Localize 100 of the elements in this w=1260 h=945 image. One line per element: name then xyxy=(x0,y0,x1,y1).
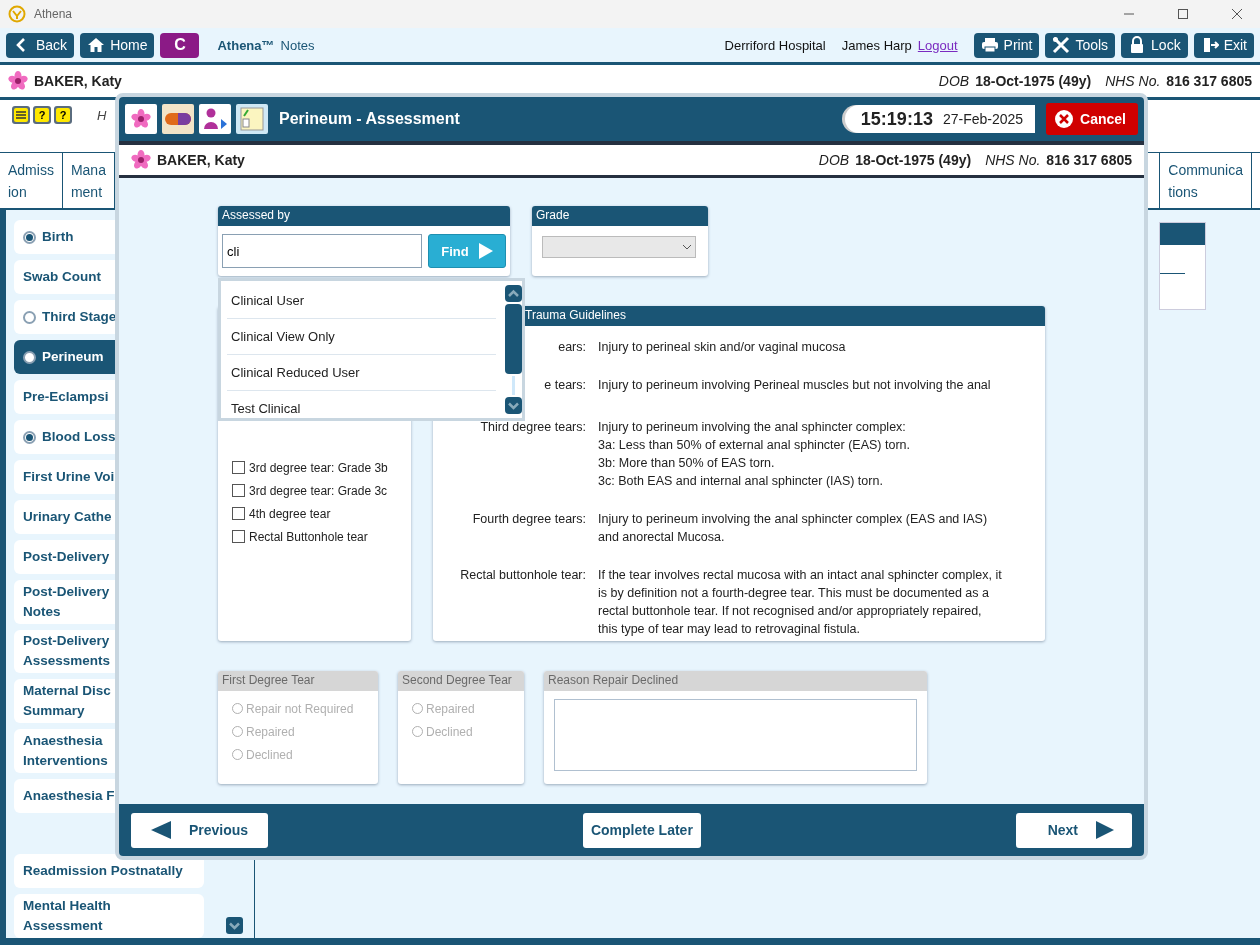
hand-alert-icon[interactable] xyxy=(12,106,30,124)
sidebar-item-label: Maternal Disc Summary xyxy=(23,682,111,721)
checkbox[interactable] xyxy=(232,461,245,474)
guideline-label: Rectal buttonhole tear: xyxy=(459,567,587,584)
sidebar-item[interactable]: Readmission Postnatally xyxy=(14,854,204,889)
sidebar-item[interactable]: Mental Health Assessment xyxy=(14,894,204,938)
tools-button[interactable]: Tools xyxy=(1045,32,1116,58)
checkbox[interactable] xyxy=(232,507,245,520)
flower-icon xyxy=(131,109,151,129)
exit-button[interactable]: Exit xyxy=(1193,32,1254,58)
tools-icon xyxy=(1052,36,1071,54)
window-title: Athena xyxy=(34,7,73,21)
nhs-value: 816 317 6805 xyxy=(1166,73,1252,89)
dob-value: 18-Oct-1975 (49y) xyxy=(855,152,972,168)
print-button[interactable]: Print xyxy=(973,32,1040,58)
flower-icon xyxy=(131,150,151,170)
user-name: James Harp xyxy=(841,37,912,53)
cancel-button[interactable]: Cancel xyxy=(1046,103,1138,135)
sidebar-item-label: Urinary Cathe xyxy=(23,508,112,526)
flower-button[interactable] xyxy=(125,104,157,134)
left-triangle-icon xyxy=(151,821,171,839)
dob-label: DOB xyxy=(938,73,970,89)
checkbox-label: 3rd degree tear: Grade 3b xyxy=(249,460,388,475)
guideline-text: Injury to perineum involving the anal sphincter complex: 3a: Less than 50% of external anal sphincter (EAS) torn. 3b: More than 50% of EAS torn. 3c: Both EAS and internal anal sphincter (IAS) torn. xyxy=(598,419,910,490)
panel-title: First Degree Tear xyxy=(218,671,378,691)
sidebar-item-label: Blood Loss xyxy=(42,428,116,446)
dob-label: DOB xyxy=(818,152,850,168)
sidebar-item-label: Perineum xyxy=(42,348,104,366)
previous-button[interactable]: Previous xyxy=(131,812,269,848)
pill-button[interactable] xyxy=(162,104,194,134)
lock-button[interactable]: Lock xyxy=(1121,32,1188,58)
checkbox[interactable] xyxy=(232,530,245,543)
print-icon xyxy=(980,36,999,54)
right-triangle-icon xyxy=(1096,821,1114,839)
guideline-text: Injury to perineal skin and/or vaginal mucosa xyxy=(598,339,846,356)
panel-title: Reason Repair Declined xyxy=(544,671,927,691)
checkbox-label: 4th degree tear xyxy=(249,506,331,521)
close-icon xyxy=(1054,109,1075,129)
guideline-text: Injury to perineum involving the anal sphincter complex (EAS and IAS) and anorectal Mucosa. xyxy=(598,511,988,546)
person-arrow-icon xyxy=(202,107,228,131)
scroll-down-button[interactable] xyxy=(504,397,522,414)
logout-link[interactable]: Logout xyxy=(917,37,958,53)
back-button[interactable]: Back xyxy=(6,32,75,58)
radio-label: Repaired xyxy=(426,701,475,716)
person-button[interactable] xyxy=(199,104,231,134)
context-button[interactable]: C xyxy=(160,32,200,58)
alert-icon[interactable]: ? xyxy=(35,108,49,122)
dob-value: 18-Oct-1975 (49y) xyxy=(975,73,1092,89)
dialog-title: Perineum - Assessment xyxy=(279,110,460,128)
flower-icon xyxy=(8,71,28,91)
nhs-value: 816 317 6805 xyxy=(1046,152,1132,168)
panel-title: Second Degree Tear xyxy=(398,671,524,691)
suggestion-item[interactable]: Clinical View Only xyxy=(227,319,496,355)
guideline-text: If the tear involves rectal mucosa with an intact anal sphincter complex, it is by definition not a fourth-degree tear. This must be documented as a rectal buttonhole tear. If not recognised and/or appropriately repaired, this type of tear may lead to retrovaginal fistula. xyxy=(598,567,1002,638)
next-button[interactable]: Next xyxy=(1015,812,1132,848)
nhs-label: NHS No. xyxy=(1105,73,1161,89)
suggestion-item[interactable]: Clinical Reduced User xyxy=(227,355,496,391)
play-icon xyxy=(478,243,493,259)
alert-icon[interactable]: ? xyxy=(56,108,70,122)
sidebar-item-label: First Urine Voi xyxy=(23,468,115,486)
guideline-text: Injury to perineum involving Perineal muscles but not involving the anal xyxy=(598,377,991,394)
guideline-label: Third degree tears: xyxy=(479,419,587,436)
scroll-thumb[interactable] xyxy=(504,304,522,374)
app-name: Notes xyxy=(280,37,315,53)
home-icon xyxy=(87,36,106,54)
reason-field[interactable] xyxy=(554,699,917,771)
guideline-label: Fourth degree tears: xyxy=(471,511,587,528)
date-text: 27-Feb-2025 xyxy=(942,111,1024,127)
close-icon[interactable] xyxy=(1232,9,1242,19)
brand-name: Athena™ xyxy=(217,37,275,53)
maximize-icon[interactable] xyxy=(1178,9,1188,19)
complete-later-button[interactable]: Complete Later xyxy=(582,812,701,848)
radio-label: Declined xyxy=(246,747,293,762)
time-text: 15:19:13 xyxy=(860,108,933,130)
checkbox-label: Rectal Buttonhole tear xyxy=(249,529,368,544)
sidebar-item-label: Third Stage xyxy=(42,308,117,326)
panel-title: Grade xyxy=(532,206,708,226)
checkbox[interactable] xyxy=(232,484,245,497)
patient-name: BAKER, Katy xyxy=(34,73,122,89)
sidebar-item-label: Post-Delivery Notes xyxy=(23,582,110,621)
patient-name: BAKER, Katy xyxy=(157,152,245,168)
nhs-label: NHS No. xyxy=(985,152,1041,168)
suggestion-item[interactable]: Clinical User xyxy=(227,283,496,319)
section-tab[interactable]: Communica tions xyxy=(1159,153,1252,208)
sidebar-item-label: Pre-Eclampsi xyxy=(23,388,109,406)
scroll-up-button[interactable] xyxy=(504,285,522,302)
hospital-name: Derriford Hospital xyxy=(724,37,826,53)
panel-title: Assessed by xyxy=(218,206,510,226)
radio-label: Repaired xyxy=(246,724,295,739)
caret-icon xyxy=(683,244,691,250)
radio-label: Repair not Required xyxy=(246,701,354,716)
pill-icon xyxy=(165,113,191,125)
sidebar-item-label: Post-Delivery Assessments xyxy=(23,632,111,671)
guideline-label: ears: xyxy=(557,339,587,356)
home-button[interactable]: Home xyxy=(80,32,155,58)
sidebar-item-label: Anaesthesia F xyxy=(23,786,115,805)
scroll-down-button[interactable] xyxy=(225,917,243,934)
assessor-field[interactable]: cli xyxy=(222,234,422,268)
sidebar-item-label: Anaesthesia Interventions xyxy=(23,731,108,770)
alert-note: H xyxy=(97,108,107,123)
